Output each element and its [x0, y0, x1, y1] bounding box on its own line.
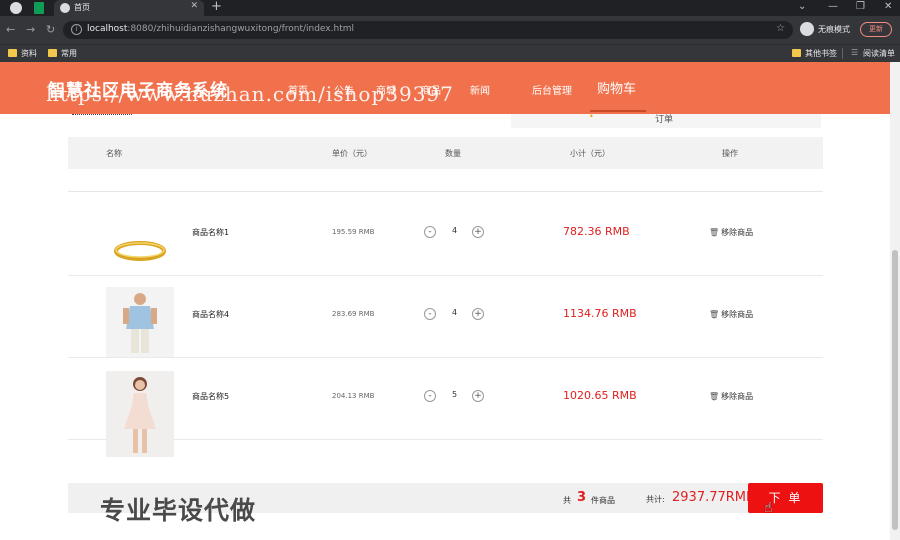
item-count: 3	[577, 490, 587, 505]
product-price: 283.69 RMB	[332, 310, 375, 318]
col-name: 名称	[106, 149, 122, 158]
man-shirt-icon[interactable]	[106, 287, 174, 357]
qty-value: 4	[452, 308, 458, 317]
reading-list-icon: ☰	[851, 48, 859, 57]
col-action: 操作	[722, 149, 738, 158]
product-price: 204.13 RMB	[332, 392, 375, 400]
url-text: localhost:8080/zhihuidianzishangwuxitong…	[87, 24, 354, 34]
tab-close-icon[interactable]: ✕	[190, 1, 198, 11]
restore-icon[interactable]: ❐	[856, 1, 865, 12]
reload-icon[interactable]: ↻	[46, 23, 55, 36]
gold-bangle-icon[interactable]	[106, 205, 174, 275]
globe-icon	[60, 3, 70, 13]
site-info-icon[interactable]: i	[71, 24, 82, 35]
browser-tab-active[interactable]: 首页 ✕	[54, 0, 204, 16]
new-tab-icon[interactable]: +	[211, 0, 222, 14]
remove-item-button[interactable]: 🗑 移除商品	[709, 391, 753, 402]
cart-row: 商品名称4 283.69 RMB - 4 + 1134.76 RMB 🗑 移除商品	[68, 276, 823, 358]
table-divider	[68, 191, 823, 192]
tab-search-icon[interactable]: ⌄	[798, 1, 806, 12]
bookmark-other[interactable]: 其他书签	[805, 48, 837, 59]
cart-table-header: 名称 单价（元） 数量 小计（元） 操作	[68, 137, 823, 169]
trash-icon: 🗑	[709, 310, 720, 319]
qty-decrease-button[interactable]: -	[424, 226, 436, 238]
qty-decrease-button[interactable]: -	[424, 390, 436, 402]
page-scrollbar-thumb[interactable]	[892, 250, 898, 530]
folder-icon	[48, 49, 57, 57]
watermark-overlay-text: 专业毕设代做	[100, 496, 257, 525]
remove-item-button[interactable]: 🗑 移除商品	[709, 227, 753, 238]
place-order-label: 下 单	[768, 491, 803, 505]
qty-increase-button[interactable]: +	[472, 226, 484, 238]
col-subtotal: 小计（元）	[570, 149, 610, 158]
trash-icon: 🗑	[709, 392, 720, 401]
row-subtotal: 1020.65 RMB	[563, 389, 637, 402]
remove-label: 移除商品	[721, 392, 754, 401]
browser-globe-icon[interactable]	[10, 2, 22, 14]
remove-label: 移除商品	[721, 228, 754, 237]
remove-label: 移除商品	[721, 310, 754, 319]
update-button[interactable]: 更新	[860, 22, 892, 37]
qty-increase-button[interactable]: +	[472, 390, 484, 402]
woman-dress-icon[interactable]	[106, 371, 174, 457]
product-price: 195.59 RMB	[332, 228, 375, 236]
bookmark-separator	[842, 48, 843, 59]
product-name[interactable]: 商品名称4	[192, 309, 229, 320]
qty-decrease-button[interactable]: -	[424, 308, 436, 320]
nav-news[interactable]: 新闻	[470, 82, 490, 97]
bookmark-item[interactable]: 常用	[61, 48, 77, 59]
cart-row: 商品名称1 195.59 RMB - 4 + 782.36 RMB 🗑 移除商品	[68, 194, 823, 276]
sub-tab-orders[interactable]: 订单	[655, 112, 673, 125]
bookmark-star-icon[interactable]: ☆	[776, 23, 785, 34]
col-quantity: 数量	[445, 149, 461, 158]
nav-active-underline	[590, 110, 646, 112]
pinned-tab-icon[interactable]	[34, 2, 44, 14]
remove-item-button[interactable]: 🗑 移除商品	[709, 309, 753, 320]
bookmark-item[interactable]: 资料	[21, 48, 37, 59]
close-window-icon[interactable]: ✕	[884, 1, 892, 12]
product-name[interactable]: 商品名称5	[192, 391, 229, 402]
browser-toolbar: ← → ↻ i localhost:8080/zhihuidianzishang…	[0, 16, 900, 44]
total-label: 共计:	[646, 495, 665, 504]
nav-admin[interactable]: 后台管理	[532, 82, 572, 97]
total-value: 2937.77RMB	[672, 490, 755, 505]
row-subtotal: 782.36 RMB	[563, 225, 630, 238]
cart-breadcrumb	[72, 114, 132, 122]
nav-cart[interactable]: 购物车	[597, 78, 636, 97]
folder-icon	[8, 49, 17, 57]
cart-sub-tabs: • 订单	[511, 112, 821, 128]
hand-cursor-icon: ☝	[764, 500, 773, 516]
count-prefix: 共	[563, 496, 571, 505]
product-name[interactable]: 商品名称1	[192, 227, 229, 238]
browser-tabstrip: 首页 ✕ + ⌄ — ❐ ✕	[0, 0, 900, 16]
url-host: localhost	[87, 24, 128, 34]
url-path: :8080/zhihuidianzishangwuxitong/front/in…	[127, 24, 354, 34]
watermark-url: https://www.huzhan.com/ishop39397	[46, 82, 454, 106]
place-order-button[interactable]: 下 单	[748, 483, 823, 513]
trash-icon: 🗑	[709, 228, 720, 237]
sub-tab-dot: •	[589, 112, 594, 121]
qty-value: 5	[452, 390, 458, 399]
folder-icon	[792, 49, 801, 57]
back-icon[interactable]: ←	[6, 23, 15, 36]
minimize-icon[interactable]: —	[828, 1, 838, 12]
row-subtotal: 1134.76 RMB	[563, 307, 637, 320]
bookmarks-bar: 资料 常用 其他书签 ☰ 阅读清单	[0, 44, 900, 62]
cart-row: 商品名称5 204.13 RMB - 5 + 1020.65 RMB 🗑 移除商品	[68, 358, 823, 457]
forward-icon[interactable]: →	[26, 23, 35, 36]
incognito-icon	[800, 22, 814, 36]
col-unit-price: 单价（元）	[332, 149, 372, 158]
incognito-label: 无痕模式	[818, 25, 850, 34]
reading-list[interactable]: 阅读清单	[863, 48, 895, 59]
address-bar[interactable]: i localhost:8080/zhihuidianzishangwuxito…	[63, 21, 793, 39]
update-label: 更新	[869, 25, 883, 33]
qty-increase-button[interactable]: +	[472, 308, 484, 320]
tab-title: 首页	[74, 3, 90, 12]
qty-value: 4	[452, 226, 458, 235]
count-suffix: 件商品	[591, 496, 615, 505]
